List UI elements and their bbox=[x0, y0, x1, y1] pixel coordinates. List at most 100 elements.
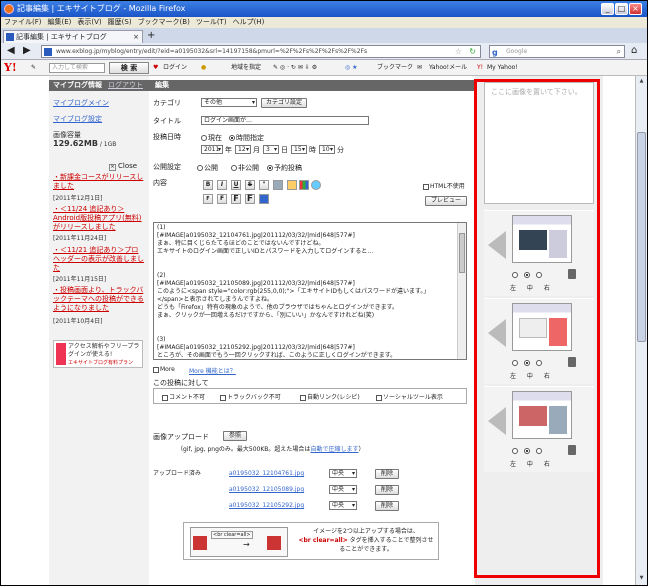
uploaded-file-3[interactable]: a0195032_12105292.jpg bbox=[229, 502, 304, 509]
editor-scroll-thumb[interactable] bbox=[459, 233, 465, 273]
page-scroll-thumb[interactable] bbox=[637, 132, 646, 342]
align-left-radio[interactable] bbox=[512, 271, 518, 278]
insert-tool-icon[interactable] bbox=[259, 194, 269, 204]
url-bar[interactable]: www.exblog.jp/myblog/entry/edit/?eid=a01… bbox=[41, 45, 481, 58]
align-right-radio[interactable] bbox=[536, 359, 542, 366]
browse-button[interactable]: 参照 bbox=[223, 431, 247, 441]
news-item-4[interactable]: ・投稿画面より、トラックバックテーマへの投稿ができるようになりました bbox=[53, 286, 145, 313]
search-box[interactable]: g Google ⌕ bbox=[489, 45, 625, 58]
yahoo-logo-icon[interactable]: Y! bbox=[4, 60, 17, 76]
align-center-radio[interactable] bbox=[524, 271, 530, 278]
uploaded-file-1[interactable]: a0195032_12104761.jpg bbox=[229, 470, 304, 477]
underline-tool[interactable]: U bbox=[231, 180, 241, 190]
news-item-3[interactable]: ・＜11/21 追記あり＞プロヘッダーの表示が改善しました bbox=[53, 246, 145, 273]
menu-help[interactable]: ヘルプ(H) bbox=[230, 17, 268, 28]
font-large-tool[interactable]: F bbox=[231, 194, 241, 204]
toolbar-tools-icon[interactable]: ✎ ◎ · ↻ ✉ ⇩ ⚙ bbox=[273, 60, 317, 76]
radio-specify-button[interactable] bbox=[229, 135, 235, 141]
html-off-checkbox[interactable]: HTML不使用 bbox=[423, 181, 465, 190]
radio-now[interactable]: 現在 bbox=[201, 133, 222, 143]
align-left-radio[interactable] bbox=[512, 359, 518, 366]
map-link[interactable]: 地域を指定 bbox=[231, 60, 261, 76]
uploaded-file-2[interactable]: a0195032_12105089.jpg bbox=[229, 486, 304, 493]
myyahoo-link[interactable]: My Yahoo! bbox=[487, 60, 518, 76]
align-center-radio[interactable] bbox=[524, 447, 530, 454]
position-select-1[interactable]: 中央 bbox=[329, 469, 357, 478]
option-no-comment[interactable]: コメント不可 bbox=[162, 392, 205, 401]
myblog-settings-link[interactable]: マイブログ設定 bbox=[53, 114, 102, 124]
compress-link[interactable]: 自動で圧縮します bbox=[310, 446, 358, 453]
menu-history[interactable]: 履歴(S) bbox=[105, 17, 135, 28]
editor-scrollbar[interactable] bbox=[457, 223, 466, 359]
menu-tools[interactable]: ツール(T) bbox=[193, 17, 230, 28]
yahoo-search-button[interactable]: 検 索 bbox=[109, 62, 149, 74]
thumb-image[interactable] bbox=[512, 215, 572, 263]
bookmark-link[interactable]: ブックマーク bbox=[377, 60, 413, 76]
no-trackback-box[interactable] bbox=[220, 394, 226, 401]
more-help-link[interactable]: More 機能とは？ bbox=[189, 366, 236, 375]
trash-icon[interactable] bbox=[568, 269, 576, 279]
skype-tool-icon[interactable] bbox=[311, 180, 321, 190]
month-select[interactable]: 12 bbox=[235, 145, 251, 154]
html-off-box[interactable] bbox=[423, 183, 429, 190]
align-left-radio[interactable] bbox=[512, 447, 518, 454]
scroll-down-icon[interactable]: ▼ bbox=[637, 573, 646, 583]
category-settings-button[interactable]: カテゴリ設定 bbox=[261, 98, 307, 108]
image-thumb-2[interactable]: 左 中 右 bbox=[484, 298, 594, 384]
option-social[interactable]: ソーシャルツール表示 bbox=[376, 392, 443, 401]
insert-arrow-icon[interactable] bbox=[488, 319, 506, 347]
myblog-main-link[interactable]: マイブログメイン bbox=[53, 98, 109, 108]
year-select[interactable]: 2011 bbox=[201, 145, 223, 154]
publish-private-button[interactable] bbox=[231, 165, 237, 171]
align-right-radio[interactable] bbox=[536, 447, 542, 454]
image-thumb-1[interactable]: 左 中 右 bbox=[484, 210, 594, 296]
thumb-image[interactable] bbox=[512, 391, 572, 439]
no-comment-box[interactable] bbox=[162, 394, 168, 401]
font-medium-tool[interactable]: F bbox=[217, 194, 227, 204]
font-xlarge-tool[interactable]: F bbox=[245, 194, 255, 204]
maximize-button[interactable]: □ bbox=[615, 3, 628, 15]
image-drop-zone[interactable]: ここに画像を置いて下さい。 bbox=[484, 82, 594, 204]
menu-view[interactable]: 表示(V) bbox=[74, 17, 104, 28]
publish-reserved-button[interactable] bbox=[267, 165, 273, 171]
search-icon[interactable]: ⌕ bbox=[617, 46, 621, 57]
category-select[interactable]: その他 bbox=[201, 98, 257, 107]
home-icon[interactable]: ⌂ bbox=[631, 45, 637, 56]
tab-close-icon[interactable]: × bbox=[133, 31, 139, 43]
publish-private[interactable]: 非公開 bbox=[231, 163, 259, 173]
premium-plan-banner[interactable]: アクセス解析やフリープラグインが使える! エキサイトブログ有料プラン bbox=[53, 340, 143, 368]
bookmark-star-icon[interactable]: ☆ bbox=[455, 46, 462, 57]
trash-icon[interactable] bbox=[568, 445, 576, 455]
publish-reserved[interactable]: 予約投稿 bbox=[267, 163, 302, 173]
publish-public[interactable]: 公開 bbox=[197, 163, 218, 173]
delete-button-1[interactable]: 削除 bbox=[375, 469, 399, 479]
new-tab-button[interactable]: + bbox=[147, 30, 155, 41]
preview-button[interactable]: プレビュー bbox=[425, 196, 467, 206]
insert-arrow-icon[interactable] bbox=[488, 407, 506, 435]
social-box[interactable] bbox=[376, 394, 382, 401]
radio-specify-time[interactable]: 時間指定 bbox=[229, 133, 264, 143]
thumb-image[interactable] bbox=[512, 303, 572, 351]
news-item-2[interactable]: ・＜11/24 追記あり＞Android版投稿アプリ(無料)がリリースしました bbox=[53, 205, 145, 232]
forward-icon[interactable]: ▶ bbox=[23, 45, 31, 57]
delete-button-3[interactable]: 削除 bbox=[375, 501, 399, 511]
delete-button-2[interactable]: 削除 bbox=[375, 485, 399, 495]
position-select-2[interactable]: 中央 bbox=[329, 485, 357, 494]
align-center-radio[interactable] bbox=[524, 359, 530, 366]
image-thumb-3[interactable]: 左 中 右 bbox=[484, 386, 594, 472]
close-window-button[interactable]: × bbox=[629, 3, 642, 15]
tab-edit-entry[interactable]: 記事編集 | エキサイトブログ × bbox=[3, 30, 143, 43]
color-tool-icon[interactable] bbox=[287, 180, 297, 190]
login-link[interactable]: ログイン bbox=[163, 60, 187, 76]
title-input[interactable]: ログイン画面が… bbox=[201, 116, 369, 125]
back-icon[interactable]: ◀ bbox=[7, 45, 15, 57]
reload-icon[interactable]: ↻ bbox=[469, 46, 476, 57]
align-right-radio[interactable] bbox=[536, 271, 542, 278]
trash-icon[interactable] bbox=[568, 357, 576, 367]
option-autolink[interactable]: 自動リンク(レシピ) bbox=[300, 392, 360, 401]
link-tool-icon[interactable] bbox=[273, 180, 283, 190]
bold-tool[interactable]: B bbox=[203, 180, 213, 190]
day-select[interactable]: 3 bbox=[263, 145, 279, 154]
menu-file[interactable]: ファイル(F) bbox=[1, 17, 45, 28]
pen-icon[interactable]: ✎ bbox=[31, 60, 36, 76]
